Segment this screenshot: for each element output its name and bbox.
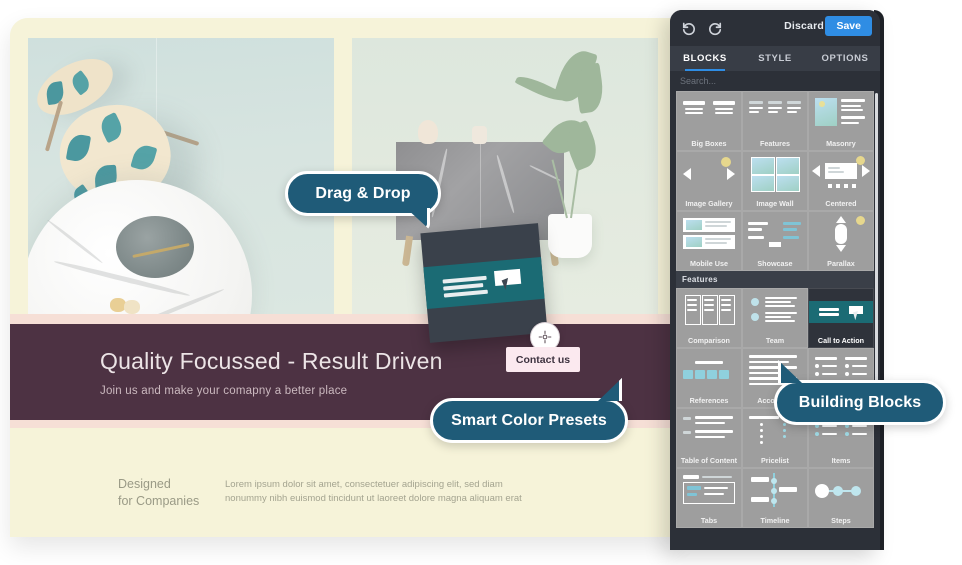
block-list[interactable]: Big Boxes Features Masonry Image Gallery… (670, 91, 880, 550)
tab-options[interactable]: OPTIONS (810, 46, 880, 71)
banner-top-accent (10, 314, 676, 324)
sideboard-leg (401, 235, 414, 267)
banner-heading: Quality Focussed - Result Driven (100, 348, 443, 374)
bottom-title-line1: Designed (118, 477, 171, 491)
undo-icon[interactable] (680, 19, 698, 37)
block-label: Image Wall (756, 198, 794, 208)
block-thumb-table-of-content (677, 409, 741, 451)
editor-panel: Discard Save BLOCKS STYLE OPTIONS Search… (670, 10, 880, 550)
block-label: Image Gallery (685, 198, 733, 208)
small-pot (124, 300, 140, 314)
block-thumb-comparison (677, 289, 741, 331)
block-thumb-steps (809, 469, 873, 511)
bottom-title-line2: for Companies (118, 494, 200, 508)
hero-image-chair[interactable] (28, 38, 334, 314)
block-tile-timeline[interactable]: Timeline (741, 468, 808, 528)
block-tile-references[interactable]: References (676, 348, 742, 408)
block-thumb-mobile-use (677, 212, 741, 254)
block-label: Big Boxes (691, 138, 727, 148)
screenshot-root: Quality Focussed - Result Driven Join us… (0, 0, 962, 565)
block-thumb-big-boxes (677, 92, 741, 134)
dragged-block-text-lines (442, 275, 489, 301)
block-thumb-call-to-action (808, 289, 873, 331)
block-label: Features (759, 138, 790, 148)
canvas-top-spacer (10, 18, 676, 38)
block-list-scrollbar[interactable] (875, 93, 878, 393)
block-tile-mobile-use[interactable]: Mobile Use (676, 211, 742, 271)
block-label: Mobile Use (690, 258, 728, 268)
block-tile-big-boxes[interactable]: Big Boxes (676, 91, 742, 151)
block-thumb-image-gallery (677, 152, 741, 194)
page-canvas[interactable]: Quality Focussed - Result Driven Join us… (10, 18, 676, 537)
block-label: Tabs (700, 515, 718, 525)
block-label: Call to Action (817, 335, 864, 345)
block-tile-tabs[interactable]: Tabs (676, 468, 742, 528)
block-thumb-parallax (809, 212, 873, 254)
contact-us-button[interactable]: Contact us (506, 347, 580, 372)
block-label: Masonry (826, 138, 856, 148)
block-tile-table-of-content[interactable]: Table of Content (676, 408, 742, 468)
block-label: Centered (825, 198, 857, 208)
block-thumb-masonry (809, 92, 873, 134)
block-label: Steps (831, 515, 851, 525)
panel-tabs: BLOCKS STYLE OPTIONS (670, 46, 880, 71)
block-thumb-timeline (743, 469, 807, 511)
block-label: Timeline (760, 515, 790, 525)
callout-label: Building Blocks (798, 393, 922, 411)
callout-label: Smart Color Presets (451, 411, 607, 429)
block-thumb-centered (809, 152, 873, 194)
move-target-icon (538, 330, 552, 344)
block-thumb-references (677, 349, 741, 391)
block-tile-steps[interactable]: Steps (807, 468, 874, 528)
block-thumb-showcase (743, 212, 807, 254)
block-tile-parallax[interactable]: Parallax (807, 211, 874, 271)
block-tile-image-wall[interactable]: Image Wall (741, 151, 808, 211)
plant-pot (548, 214, 592, 258)
tab-blocks[interactable]: BLOCKS (670, 46, 740, 71)
search-input[interactable]: Search... (670, 71, 880, 91)
discard-button[interactable]: Discard (784, 20, 824, 32)
callout-smart-color-presets: Smart Color Presets (430, 398, 628, 443)
bottom-body-line2: nonummy nibh euismod tincidunt ut laoree… (225, 493, 522, 504)
redo-icon[interactable] (706, 19, 724, 37)
section-header-features: Features (676, 271, 874, 288)
block-thumb-tabs (677, 469, 741, 511)
banner-subheading: Join us and make your comapny a better p… (100, 385, 348, 397)
tab-style[interactable]: STYLE (740, 46, 810, 71)
block-tile-masonry[interactable]: Masonry (807, 91, 874, 151)
bottom-title: Designed for Companies (118, 476, 199, 510)
decor-candle (472, 126, 487, 144)
dragged-block-preview[interactable] (420, 223, 548, 343)
block-label: Table of Content (680, 455, 738, 465)
block-tile-image-gallery[interactable]: Image Gallery (676, 151, 742, 211)
block-tile-features[interactable]: Features (741, 91, 808, 151)
callout-label: Drag & Drop (315, 184, 411, 202)
block-tile-team[interactable]: Team (741, 288, 808, 348)
block-thumb-image-wall (743, 152, 807, 194)
block-grid-top: Big Boxes Features Masonry Image Gallery… (676, 91, 874, 528)
bottom-body-line1: Lorem ipsum dolor sit amet, consectetuer… (225, 479, 503, 490)
search-placeholder: Search... (680, 76, 717, 86)
block-label: References (689, 395, 729, 405)
panel-header: Discard Save (670, 10, 880, 46)
block-label: Showcase (757, 258, 793, 268)
block-thumb-features (743, 92, 807, 134)
block-label: Pricelist (760, 455, 789, 465)
block-tile-comparison[interactable]: Comparison (676, 288, 742, 348)
callout-building-blocks: Building Blocks (774, 380, 946, 425)
block-label: Comparison (688, 335, 730, 345)
decor-vase (418, 120, 438, 144)
save-button[interactable]: Save (825, 16, 872, 36)
bottom-body: Lorem ipsum dolor sit amet, consectetuer… (225, 478, 555, 506)
block-label: Items (831, 455, 851, 465)
block-thumb-team (743, 289, 807, 331)
block-tile-showcase[interactable]: Showcase (741, 211, 808, 271)
block-tile-call-to-action[interactable]: Call to Action (807, 288, 874, 348)
bottom-content-block[interactable]: Designed for Companies Lorem ipsum dolor… (10, 428, 676, 537)
block-label: Team (765, 335, 785, 345)
block-label: Parallax (827, 258, 855, 268)
block-tile-centered[interactable]: Centered (807, 151, 874, 211)
